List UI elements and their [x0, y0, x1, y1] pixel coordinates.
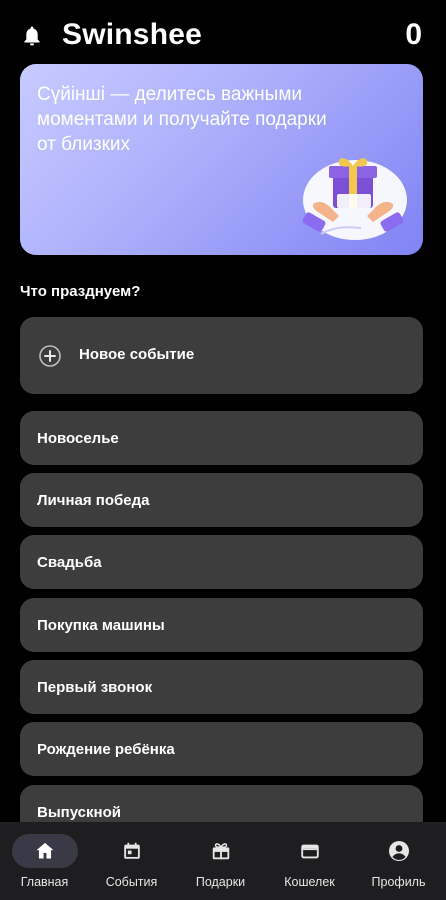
event-item-personal-victory[interactable]: Личная победа — [20, 473, 423, 527]
profile-icon — [388, 841, 409, 861]
event-item-first-bell[interactable]: Первый звонок — [20, 660, 423, 714]
event-item-label: Первый звонок — [37, 679, 153, 696]
app-title: Swinshee — [62, 18, 202, 51]
event-item-label: Выпускной — [37, 804, 121, 821]
bell-icon[interactable] — [20, 24, 44, 48]
event-item-wedding[interactable]: Свадьба — [20, 535, 423, 589]
bottom-nav: Главная События Подарки Кошелек Профиль — [0, 822, 446, 900]
plus-circle-icon — [39, 345, 61, 367]
event-item-car-purchase[interactable]: Покупка машины — [20, 598, 423, 652]
nav-item-events[interactable]: События — [87, 822, 176, 900]
banner-text: Сүйінші — делитесь важными моментами и п… — [37, 84, 327, 155]
nav-label: Кошелек — [284, 875, 335, 889]
nav-label: Профиль — [371, 875, 426, 889]
balance-counter[interactable]: 0 — [405, 18, 422, 52]
event-item-label: Новоселье — [37, 430, 119, 447]
gift-illustration — [302, 158, 407, 240]
event-item-birth[interactable]: Рождение ребёнка — [20, 722, 423, 776]
event-item-label: Свадьба — [37, 554, 102, 571]
home-icon — [36, 842, 53, 859]
nav-item-wallet[interactable]: Кошелек — [265, 822, 354, 900]
event-item-housewarming[interactable]: Новоселье — [20, 411, 423, 465]
header: Swinshee 0 — [0, 0, 446, 66]
calendar-icon — [123, 842, 140, 859]
event-item-label: Покупка машины — [37, 617, 165, 634]
nav-label: Главная — [20, 875, 69, 889]
nav-item-home[interactable]: Главная — [0, 822, 89, 900]
new-event-label: Новое событие — [79, 346, 195, 363]
nav-label: События — [105, 875, 158, 889]
nav-item-profile[interactable]: Профиль — [354, 822, 443, 900]
promo-banner[interactable]: Сүйінші — делитесь важными моментами и п… — [20, 64, 423, 255]
section-title: Что празднуем? — [20, 283, 141, 300]
event-item-label: Личная победа — [37, 492, 150, 509]
new-event-button[interactable]: Новое событие — [20, 317, 423, 394]
nav-item-gifts[interactable]: Подарки — [176, 822, 265, 900]
nav-label: Подарки — [195, 875, 246, 889]
event-item-label: Рождение ребёнка — [37, 741, 175, 758]
gift-icon — [212, 843, 229, 860]
wallet-icon — [300, 844, 319, 859]
